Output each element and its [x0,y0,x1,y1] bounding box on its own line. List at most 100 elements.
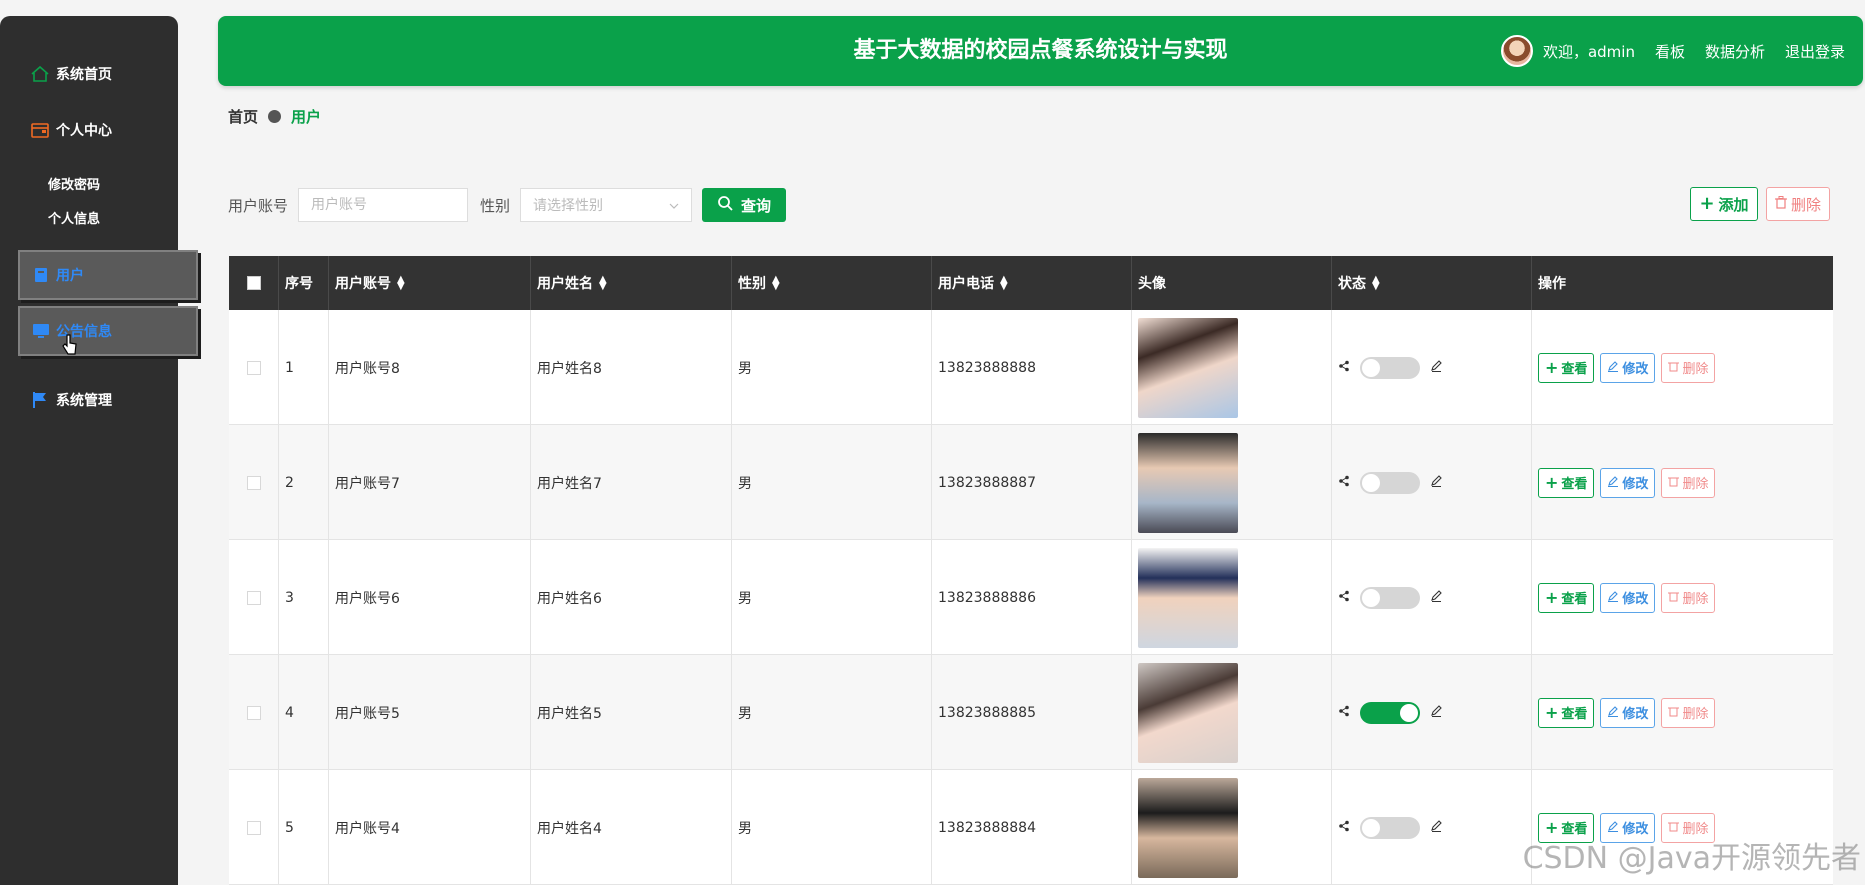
edit-button[interactable]: 修改 [1600,697,1656,728]
home-icon [30,64,50,84]
status-toggle[interactable] [1360,471,1420,494]
sidebar-item-home[interactable]: 系统首页 [30,64,112,84]
delete-button[interactable]: 删除 [1661,697,1716,728]
edit-button[interactable]: 修改 [1600,467,1656,498]
col-phone[interactable]: 用户电话 ▲ ▼ [932,256,1132,310]
delete-button-label: 删除 [1682,362,1709,377]
row-select-cell [229,425,279,540]
cell-status [1332,310,1532,425]
col-gender[interactable]: 性别 ▲ ▼ [732,256,932,310]
cell-account: 用户账号7 [329,425,531,540]
cell-actions: + 查看 修改 删除 [1532,540,1833,655]
cell-status [1332,540,1532,655]
row-select-cell [229,655,279,770]
cell-account: 用户账号5 [329,655,531,770]
table-body: 1 用户账号8 用户姓名8 男 13823888888 + 查看 修改 删除 2… [229,310,1833,885]
col-status[interactable]: 状态 ▲ ▼ [1332,256,1532,310]
user-avatar-photo[interactable] [1138,547,1238,648]
status-toggle[interactable] [1360,586,1420,609]
cell-avatar [1132,770,1332,885]
row-checkbox[interactable] [246,475,261,490]
sidebar-item-home-label: 系统首页 [56,67,112,83]
row-checkbox[interactable] [246,705,261,720]
query-button-label: 查询 [741,197,772,215]
add-button[interactable]: + 添加 [1690,187,1758,221]
breadcrumb-current: 用户 [291,108,322,126]
share-icon[interactable] [1338,590,1350,606]
col-status-label: 状态 [1338,276,1366,292]
delete-button[interactable]: 删除 [1661,467,1716,498]
share-icon[interactable] [1338,820,1350,836]
batch-delete-button[interactable]: 删除 [1766,187,1830,221]
sidebar-item-system-admin[interactable]: 系统管理 [30,390,112,410]
user-avatar-photo[interactable] [1138,662,1238,763]
pencil-icon[interactable] [1430,474,1443,491]
flag-icon [30,390,50,410]
sort-icon: ▲ ▼ [1372,274,1380,292]
pencil-icon[interactable] [1430,359,1443,376]
wallet-icon [30,120,50,140]
select-all-cell [229,256,279,310]
share-icon[interactable] [1338,705,1350,721]
col-account[interactable]: 用户账号 ▲ ▼ [329,256,531,310]
share-icon[interactable] [1338,475,1350,491]
delete-button-label: 删除 [1682,592,1709,607]
row-checkbox[interactable] [246,820,261,835]
edit-button[interactable]: 修改 [1600,352,1656,383]
edit-button-label: 修改 [1622,592,1649,607]
pencil-icon[interactable] [1430,589,1443,606]
gender-select[interactable]: 请选择性别 [520,188,693,222]
sidebar-item-announcements[interactable]: 公告信息 [18,306,198,356]
table-row: 3 用户账号6 用户姓名6 男 13823888886 + 查看 修改 删除 [229,540,1833,655]
account-search-input[interactable] [298,188,469,222]
share-icon[interactable] [1338,360,1350,376]
query-button[interactable]: 查询 [702,188,787,222]
edit-button-label: 修改 [1622,707,1649,722]
col-actions: 操作 [1532,256,1833,310]
batch-delete-button-label: 删除 [1790,195,1821,214]
cell-avatar [1132,655,1332,770]
delete-button[interactable]: 删除 [1661,352,1716,383]
view-button[interactable]: + 查看 [1538,582,1595,613]
cell-account: 用户账号8 [329,310,531,425]
data-analysis-link[interactable]: 数据分析 [1705,41,1765,62]
sort-icon: ▲ ▼ [1000,274,1008,292]
sidebar-item-users[interactable]: 用户 [18,250,198,300]
sidebar-sub-personal-info[interactable]: 个人信息 [48,208,100,227]
table-row: 4 用户账号5 用户姓名5 男 13823888885 + 查看 修改 删除 [229,655,1833,770]
cell-account: 用户账号6 [329,540,531,655]
col-name-label: 用户姓名 [537,276,593,292]
user-avatar-photo[interactable] [1138,432,1238,533]
dashboard-link[interactable]: 看板 [1655,41,1685,62]
status-toggle[interactable] [1360,356,1420,379]
user-avatar-photo[interactable] [1138,317,1238,418]
sidebar-sub-change-password[interactable]: 修改密码 [48,174,100,193]
cell-phone: 13823888888 [932,310,1132,425]
col-name[interactable]: 用户姓名 ▲ ▼ [531,256,732,310]
user-book-icon [32,266,50,284]
logout-link[interactable]: 退出登录 [1785,41,1845,62]
delete-button[interactable]: 删除 [1661,582,1716,613]
row-checkbox[interactable] [246,360,261,375]
view-button[interactable]: + 查看 [1538,467,1595,498]
pencil-icon[interactable] [1430,704,1443,721]
cell-actions: + 查看 修改 删除 [1532,655,1833,770]
cell-index: 2 [279,425,329,540]
sidebar-item-users-label: 用户 [56,268,84,284]
cell-index: 5 [279,770,329,885]
edit-button[interactable]: 修改 [1600,582,1656,613]
view-button[interactable]: + 查看 [1538,352,1595,383]
select-all-checkbox[interactable] [246,276,261,290]
cell-name: 用户姓名4 [531,770,732,885]
breadcrumb-home[interactable]: 首页 [228,106,258,127]
col-account-label: 用户账号 [335,276,391,292]
view-button[interactable]: + 查看 [1538,697,1595,728]
user-avatar-photo[interactable] [1138,777,1238,878]
edit-icon [1607,475,1619,491]
row-checkbox[interactable] [246,590,261,605]
status-toggle[interactable] [1360,816,1420,839]
status-toggle[interactable] [1360,701,1420,724]
edit-icon [1607,360,1619,376]
pencil-icon[interactable] [1430,819,1443,836]
sidebar-item-personal-center[interactable]: 个人中心 [30,120,112,140]
